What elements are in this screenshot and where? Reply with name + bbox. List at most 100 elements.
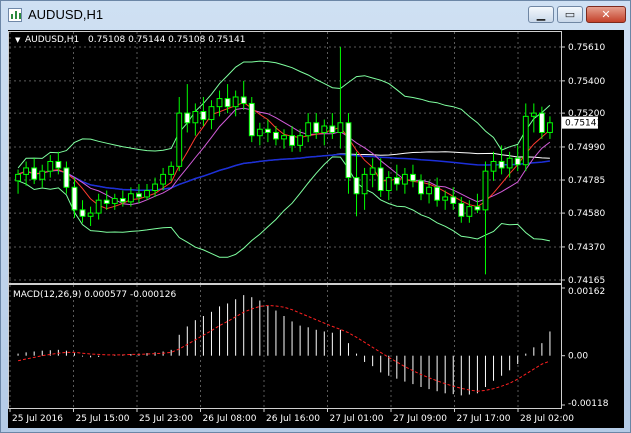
time-tick-label: 28 Jul 02:00 <box>520 414 574 424</box>
candle-body <box>192 110 199 124</box>
candle-body <box>418 180 424 195</box>
ohlc-values: 0.75108 0.75144 0.75108 0.75141 <box>88 35 245 45</box>
candle-body <box>530 112 537 117</box>
candle-body <box>111 198 118 204</box>
candle-body <box>337 122 344 133</box>
title-bar[interactable]: AUDUSD,H1 ▁ ▭ ✕ <box>1 1 630 30</box>
candle-body <box>256 128 263 137</box>
candle-body <box>87 212 94 217</box>
candle-body <box>369 167 376 175</box>
candle-body <box>410 173 416 182</box>
time-tick-label: 25 Jul 15:00 <box>76 414 130 424</box>
candle-body <box>176 112 183 167</box>
candle-body <box>434 186 441 201</box>
candle-body <box>345 122 352 179</box>
candle-body <box>522 115 529 166</box>
close-button[interactable]: ✕ <box>586 6 626 23</box>
candle-body <box>482 170 489 211</box>
candle-body <box>95 199 102 214</box>
ma-violet-line <box>17 107 551 206</box>
price-tick-label: 0.75610 <box>568 43 605 53</box>
candle-body <box>127 193 134 203</box>
main-indicators <box>17 60 551 258</box>
candle-body <box>136 193 142 198</box>
time-tick-label: 26 Jul 08:00 <box>203 414 257 424</box>
candle-body <box>498 160 505 169</box>
candle-body <box>393 177 400 185</box>
candle-body <box>450 196 457 204</box>
price-tick-label: 0.75400 <box>568 77 605 87</box>
macd-indicator <box>17 295 551 396</box>
candle-body <box>329 125 336 133</box>
ma-blue-line <box>17 153 551 191</box>
candle-body <box>538 112 545 133</box>
macd-axis[interactable]: 0.00162 0.00 -0.00118 <box>561 287 609 409</box>
price-tick-label: 0.74165 <box>568 276 605 286</box>
price-tick-label: 0.74370 <box>568 243 605 253</box>
candle-body <box>321 125 328 133</box>
time-tick-label: 26 Jul 16:00 <box>266 414 320 424</box>
minimize-button[interactable]: ▁ <box>528 6 554 23</box>
candle-body <box>385 177 392 192</box>
candle-body <box>200 110 207 121</box>
macd-label: MACD(12,26,9) 0.000577 -0.000126 <box>13 290 176 300</box>
candle-body <box>216 98 223 108</box>
candle-body <box>103 199 110 204</box>
price-chart[interactable]: ▼ AUDUSD,H1 0.75108 0.75144 0.75108 0.75… <box>8 30 624 428</box>
panel-frames <box>8 31 562 409</box>
candle-body <box>506 157 513 169</box>
candle-body <box>353 177 360 195</box>
grid <box>9 32 561 408</box>
candle-body <box>240 96 247 104</box>
candle-body <box>361 173 368 195</box>
candle-body <box>289 135 295 146</box>
bollinger-upper-line <box>17 60 551 169</box>
candle-body <box>15 173 21 182</box>
macd-tick-label: -0.00118 <box>568 399 609 409</box>
candle-body <box>514 157 521 166</box>
candle-body <box>55 160 62 169</box>
candle-body <box>184 112 191 124</box>
ma-white-line <box>17 151 550 191</box>
candle-body <box>31 167 38 180</box>
time-tick-label: 27 Jul 01:00 <box>330 414 384 424</box>
price-tick-label: 0.74580 <box>568 209 605 219</box>
candle-body <box>63 167 70 188</box>
candle-body <box>281 135 287 140</box>
price-axis[interactable]: 0.756100.754000.752000.749900.747850.745… <box>561 43 605 286</box>
candle-body <box>119 198 126 203</box>
candle-body <box>313 122 320 133</box>
ma-red-line <box>17 101 551 210</box>
candle-body <box>79 209 86 217</box>
candle-body <box>377 167 384 192</box>
candle-body <box>232 96 239 108</box>
terminal-window: AUDUSD,H1 ▁ ▭ ✕ ▼ AUDUSD,H1 0.75108 0.75… <box>0 0 631 433</box>
collapse-triangle-icon[interactable]: ▼ <box>15 36 21 44</box>
macd-tick-label: 0.00162 <box>568 287 605 297</box>
candle-body <box>474 206 481 211</box>
time-tick-label: 25 Jul 23:00 <box>139 414 193 424</box>
candle-body <box>547 122 553 133</box>
candle-body <box>305 122 312 137</box>
candle-body <box>39 170 46 180</box>
time-axis[interactable]: 25 Jul 2016 25 Jul 15:00 25 Jul 23:00 26 Ju… <box>9 408 574 424</box>
window-title: AUDUSD,H1 <box>28 7 104 22</box>
candle-body <box>426 186 432 195</box>
candle-body <box>47 160 54 172</box>
candle-body <box>442 196 449 201</box>
candle-body <box>152 183 158 192</box>
macd-tick-label: 0.00 <box>568 352 588 362</box>
candle-body <box>160 173 167 185</box>
maximize-button[interactable]: ▭ <box>557 6 583 23</box>
candle-body <box>466 206 473 217</box>
candle-body <box>168 165 175 175</box>
chart-window-icon <box>8 8 22 22</box>
candle-body <box>248 102 255 137</box>
candle-body <box>490 160 497 172</box>
price-tick-label: 0.74990 <box>568 143 605 153</box>
candle-body <box>144 190 150 198</box>
candle-body <box>458 202 465 217</box>
chart-area[interactable]: ▼ AUDUSD,H1 0.75108 0.75144 0.75108 0.75… <box>8 30 624 428</box>
candle-body <box>297 135 304 146</box>
candle-body <box>71 186 78 211</box>
